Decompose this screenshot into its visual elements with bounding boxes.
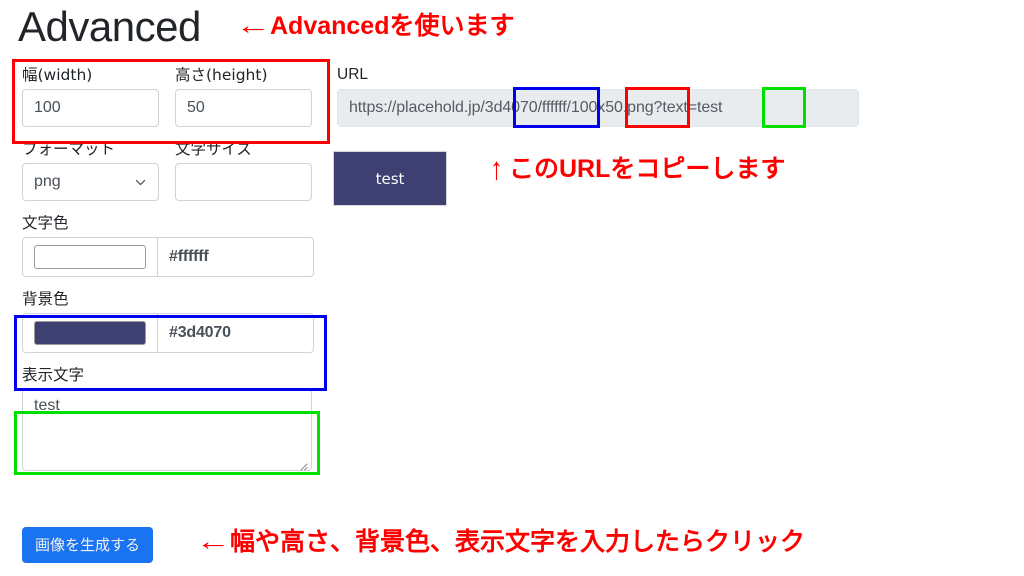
display-text-textarea[interactable]: test <box>22 389 312 471</box>
url-input[interactable]: https://placehold.jp/3d4070/ffffff/100x5… <box>337 89 859 127</box>
format-select[interactable]: png <box>22 163 159 201</box>
display-text-wrap: test <box>22 389 312 471</box>
annotation-use-advanced-label: Advancedを使います <box>270 12 515 40</box>
annotation-click-generate-label: 幅や高さ、背景色、表示文字を入力したらクリック <box>230 528 806 556</box>
font-size-input[interactable] <box>175 163 312 201</box>
format-select-value: png <box>34 173 61 190</box>
text-color-swatch <box>34 245 146 269</box>
arrow-left-icon: ← <box>235 10 271 40</box>
display-text-field-group: 表示文字 test <box>22 364 312 471</box>
font-size-field-group: 文字サイズ <box>175 138 312 201</box>
chevron-down-icon <box>135 177 146 188</box>
format-field-row: フォーマット png 文字サイズ <box>22 138 312 201</box>
url-segment-ext: .png?text <box>622 99 688 116</box>
height-input[interactable]: 50 <box>175 89 312 127</box>
url-segment-textcolor: ffffff/ <box>541 99 571 116</box>
width-label: 幅(width) <box>22 66 93 84</box>
bg-color-hex-input[interactable]: #3d4070 <box>158 314 313 352</box>
width-field-group: 幅(width) 100 <box>22 64 159 127</box>
url-panel: URL https://placehold.jp/3d4070/ffffff/1… <box>337 64 859 127</box>
annotation-use-advanced: ←Advancedを使います <box>235 12 515 40</box>
page-title: Advanced <box>18 3 201 50</box>
url-segment-base: https://placehold.jp/ <box>349 99 485 116</box>
format-field-group: フォーマット png <box>22 138 159 201</box>
format-label: フォーマット <box>22 140 116 158</box>
arrow-up-icon: ↑ <box>490 150 503 186</box>
text-color-hex-input[interactable]: #ffffff <box>158 238 313 276</box>
annotation-click-generate: ←幅や高さ、背景色、表示文字を入力したらクリック <box>195 528 806 556</box>
bg-color-field-group: 背景色 #3d4070 <box>22 288 314 353</box>
arrow-left-icon: ← <box>195 526 231 556</box>
size-field-row: 幅(width) 100 高さ(height) 50 <box>22 64 312 127</box>
display-text-label: 表示文字 <box>22 366 85 384</box>
bg-color-picker[interactable] <box>23 314 158 352</box>
bg-color-group: #3d4070 <box>22 313 314 353</box>
preview-image: test <box>334 152 446 205</box>
placeholder-form: 幅(width) 100 高さ(height) 50 フォーマット png 文字… <box>22 64 314 471</box>
text-color-picker[interactable] <box>23 238 158 276</box>
url-segment-text: =test <box>687 99 723 116</box>
text-color-group: #ffffff <box>22 237 314 277</box>
url-segment-bgcolor: 3d4070/ <box>484 99 542 116</box>
height-label: 高さ(height) <box>175 66 268 84</box>
url-label: URL <box>337 66 369 83</box>
font-size-label: 文字サイズ <box>175 140 253 158</box>
generate-image-button[interactable]: 画像を生成する <box>22 527 154 563</box>
annotation-copy-url-label: このURLをコピーします <box>509 155 786 183</box>
text-color-field-group: 文字色 #ffffff <box>22 212 314 277</box>
annotation-copy-url: ↑ このURLをコピーします <box>490 150 786 186</box>
bg-color-label: 背景色 <box>22 290 69 308</box>
bg-color-swatch <box>34 321 146 345</box>
text-color-label: 文字色 <box>22 214 69 232</box>
height-field-group: 高さ(height) 50 <box>175 64 312 127</box>
url-segment-size: 100x50 <box>570 99 623 116</box>
width-input[interactable]: 100 <box>22 89 159 127</box>
